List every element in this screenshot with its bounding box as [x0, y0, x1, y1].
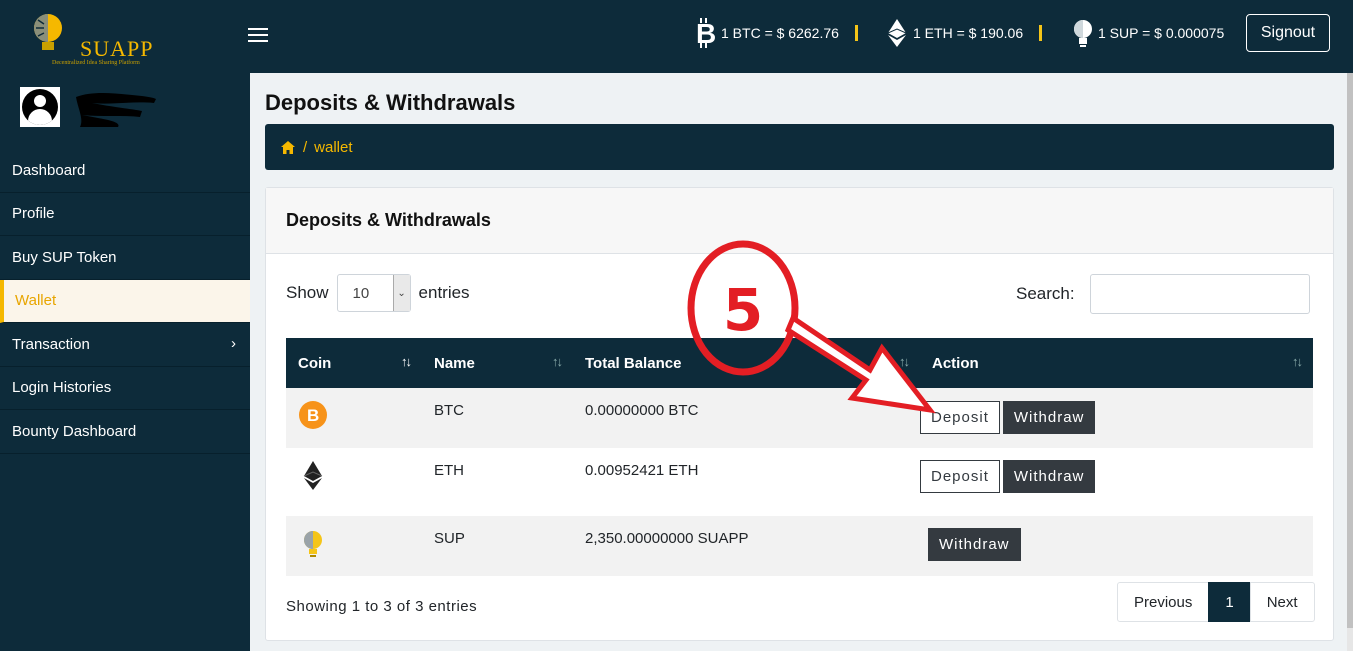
scrollbar-thumb[interactable] [1347, 73, 1353, 628]
wallet-table: Coin ↑↓ Name ↑↓ Total Balance ↑↓ Action ↑↓ B… [286, 338, 1313, 576]
withdraw-button[interactable]: Withdraw [928, 528, 1021, 561]
coin-cell: B [286, 388, 422, 448]
sidebar: Dashboard Profile Buy SUP Token Wallet T… [0, 73, 250, 651]
column-header-coin[interactable]: Coin ↑↓ [286, 338, 422, 388]
coin-name: ETH [434, 462, 464, 479]
page-length-select[interactable]: 10 ⌄ [336, 274, 411, 312]
logo-wordmark: SUAPP [80, 36, 154, 61]
sidebar-item-label: Bounty Dashboard [12, 422, 137, 440]
svg-text:B: B [307, 406, 319, 425]
sidebar-item-label: Buy SUP Token [12, 248, 117, 266]
previous-page-button[interactable]: Previous [1117, 582, 1210, 622]
coin-balance: 0.00952421 ETH [585, 462, 699, 479]
coin-name: BTC [434, 402, 464, 419]
action-cell: Withdraw [920, 516, 1313, 576]
bulb-icon [1074, 20, 1092, 47]
search-input[interactable] [1089, 274, 1310, 314]
deposit-button[interactable]: Deposit [920, 401, 1000, 434]
sup-price: 1 SUP = $ 0.000075 [1098, 25, 1225, 41]
table-header-row: Coin ↑↓ Name ↑↓ Total Balance ↑↓ Action ↑↓ [286, 338, 1313, 388]
search-control: Search: [1016, 274, 1310, 314]
table-row: SUP 2,350.00000000 SUAPP Withdraw [286, 516, 1313, 576]
breadcrumb: / wallet [265, 124, 1334, 170]
coin-balance: 0.00000000 BTC [585, 402, 699, 419]
sidebar-item-login-histories[interactable]: Login Histories [0, 366, 250, 410]
logo-tagline: Decentralized Idea Sharing Platform [52, 60, 140, 66]
coin-cell [286, 448, 422, 516]
table-row: ETH 0.00952421 ETH Deposit Withdraw [286, 448, 1313, 516]
coin-balance: 2,350.00000000 SUAPP [585, 530, 749, 547]
avatar[interactable] [20, 87, 60, 127]
chevron-down-icon: ⌄ [392, 275, 410, 311]
eth-price: 1 ETH = $ 190.06 [913, 25, 1024, 41]
sidebar-item-label: Wallet [15, 292, 57, 310]
sup-ticker: 1 SUP = $ 0.000075 [1072, 18, 1224, 48]
ticker-divider [854, 25, 858, 41]
btc-price: 1 BTC = $ 6262.76 [721, 25, 839, 41]
sidebar-item-label: Login Histories [12, 379, 112, 397]
ethereum-icon [887, 19, 907, 47]
action-cell: Deposit Withdraw [920, 388, 1313, 448]
bulb-coin-icon [304, 531, 322, 557]
table-info: Showing 1 to 3 of 3 entries [286, 598, 478, 615]
table-row: B BTC 0.00000000 BTC Deposit Withdraw [286, 388, 1313, 448]
sort-icon: ↑↓ [1292, 354, 1303, 369]
show-label: Show [286, 283, 329, 302]
breadcrumb-current[interactable]: wallet [314, 139, 352, 156]
chevron-right-icon: › [231, 335, 236, 352]
ticker-divider [1039, 25, 1043, 41]
home-icon[interactable] [281, 140, 295, 154]
eth-ticker: 1 ETH = $ 190.06 [887, 18, 1043, 48]
sidebar-item-dashboard[interactable]: Dashboard [0, 149, 250, 193]
withdraw-button[interactable]: Withdraw [1002, 401, 1096, 434]
column-header-name[interactable]: Name ↑↓ [422, 338, 573, 388]
sort-icon: ↑↓ [401, 354, 412, 369]
sort-icon: ↑↓ [552, 354, 563, 369]
column-header-total-balance[interactable]: Total Balance ↑↓ [573, 338, 920, 388]
sidebar-item-profile[interactable]: Profile [0, 192, 250, 236]
sidebar-menu: Dashboard Profile Buy SUP Token Wallet T… [0, 149, 250, 454]
page-length-value: 10 [352, 284, 370, 302]
entries-label: entries [418, 283, 470, 302]
coin-cell [286, 516, 422, 576]
sidebar-item-buy-sup-token[interactable]: Buy SUP Token [0, 236, 250, 280]
sidebar-item-transaction[interactable]: Transaction › [0, 323, 250, 367]
card-title: Deposits & Withdrawals [266, 188, 1333, 254]
deposit-button[interactable]: Deposit [920, 460, 1000, 493]
btc-ticker: B 1 BTC = $ 6262.76 [695, 18, 858, 48]
menu-toggle-icon[interactable] [248, 28, 268, 44]
user-icon [22, 89, 58, 125]
breadcrumb-separator: / [303, 138, 308, 156]
action-cell: Deposit Withdraw [920, 448, 1313, 516]
bulb-brain-logo-icon [34, 14, 62, 50]
ethereum-coin-icon [303, 461, 323, 490]
bitcoin-icon: B [696, 18, 715, 48]
redacted-username [76, 93, 156, 127]
page-title: Deposits & Withdrawals [265, 90, 516, 115]
sort-icon: ↑↓ [899, 354, 910, 369]
top-navbar: SUAPP Decentralized Idea Sharing Platfor… [0, 0, 1353, 73]
suapp-logo[interactable]: SUAPP Decentralized Idea Sharing Platfor… [20, 10, 165, 66]
coin-name: SUP [434, 530, 465, 547]
signout-button[interactable]: Signout [1246, 14, 1330, 52]
sidebar-item-label: Transaction [12, 335, 90, 353]
sidebar-item-bounty-dashboard[interactable]: Bounty Dashboard [0, 410, 250, 454]
page-1-button[interactable]: 1 [1208, 582, 1251, 622]
withdraw-button[interactable]: Withdraw [1002, 460, 1096, 493]
column-header-action[interactable]: Action ↑↓ [920, 338, 1313, 388]
pagination: Previous 1 Next [1117, 582, 1315, 622]
search-label: Search: [1016, 284, 1075, 303]
sidebar-item-label: Dashboard [12, 161, 86, 179]
next-page-button[interactable]: Next [1249, 582, 1315, 622]
wallet-card: Deposits & Withdrawals Show 10 ⌄ entries… [265, 187, 1334, 641]
sidebar-item-wallet[interactable]: Wallet [0, 279, 250, 323]
page-length-control: Show 10 ⌄ entries [286, 274, 470, 312]
sidebar-item-label: Profile [12, 205, 55, 223]
bitcoin-coin-icon: B [299, 401, 327, 429]
